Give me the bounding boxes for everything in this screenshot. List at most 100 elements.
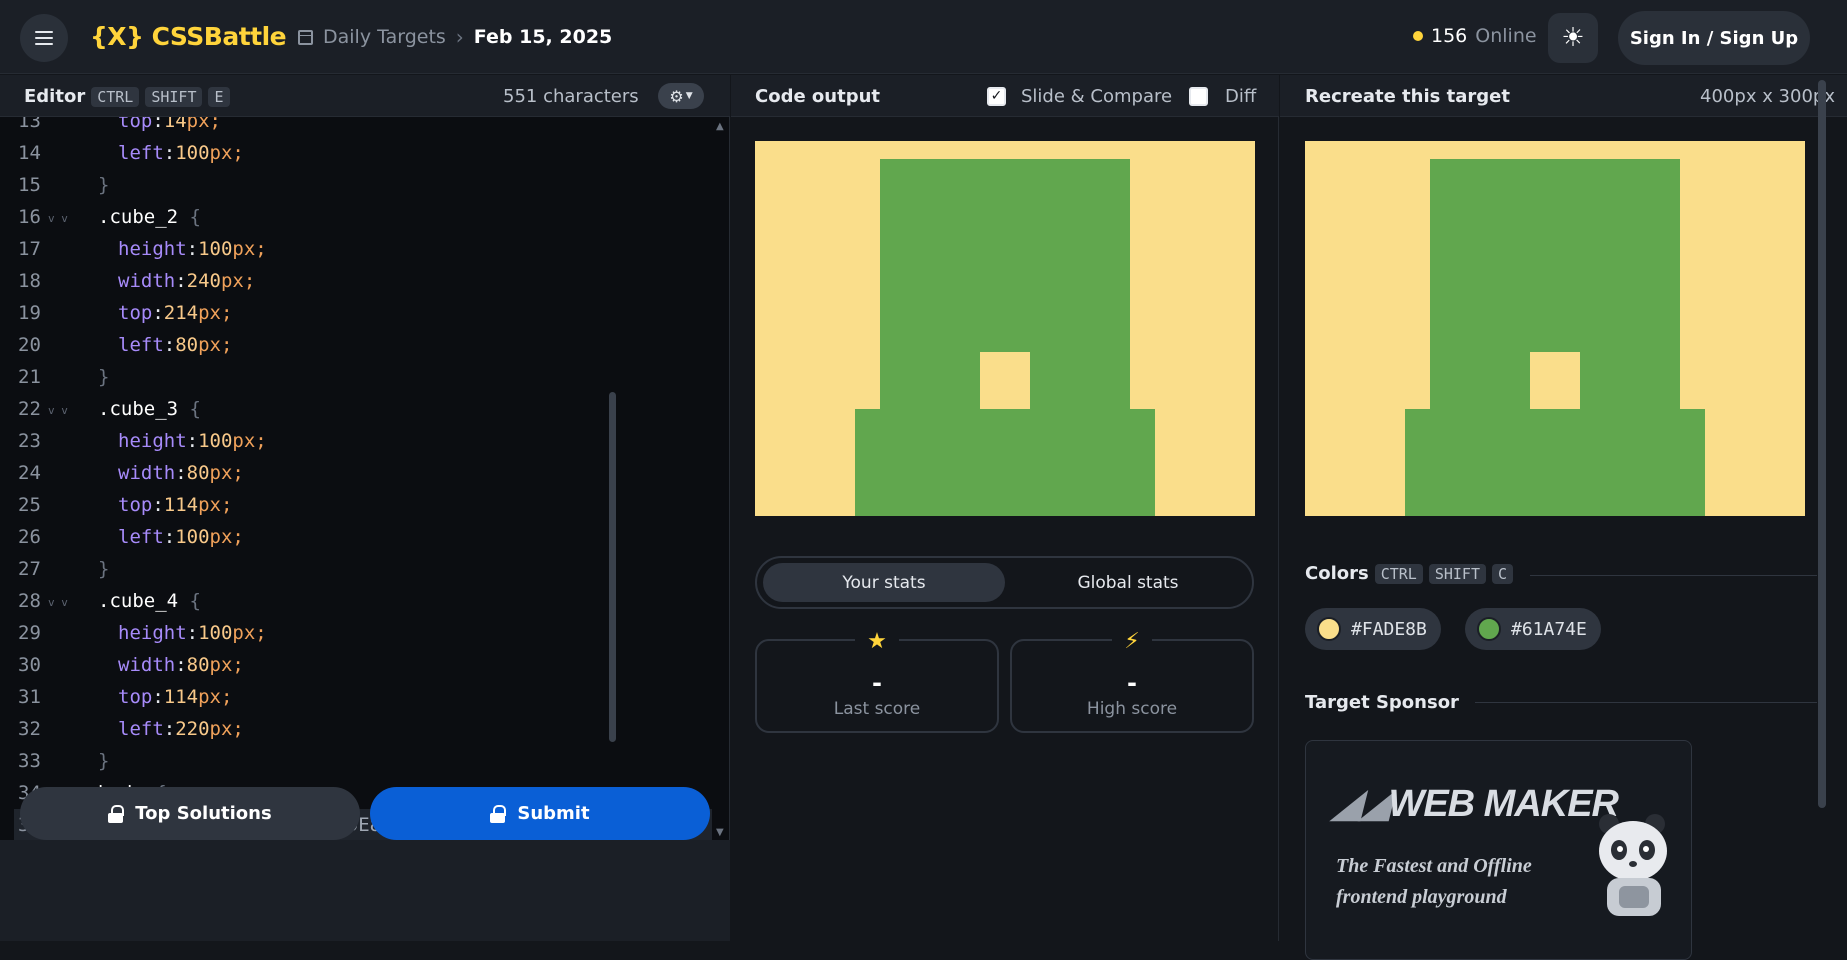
star-icon: ★ [855,629,899,654]
scroll-up-icon[interactable]: ▲ [716,121,724,132]
code-token: 220 [175,718,210,740]
code-line[interactable]: 15} [14,169,712,201]
code-token: : [175,462,187,484]
webmaker-mark-icon: ◢◢ [1332,783,1389,825]
code-line[interactable]: 21} [14,361,712,393]
color-hex: #FADE8B [1351,618,1427,640]
code-line[interactable]: 24 width:80px; [14,457,712,489]
code-token: } [98,366,110,388]
code-line[interactable]: 29 height:100px; [14,617,712,649]
code-token: } [98,174,110,196]
code-token: 14 [163,117,187,132]
code-line[interactable]: 16 v v .cube_2 { [14,201,712,233]
code-line[interactable]: 13 top:14px; [14,117,712,137]
code-line[interactable]: 28 v v .cube_4 { [14,585,712,617]
output-header: Code output ✓ Slide & Compare Diff [731,75,1279,117]
code-line[interactable]: 18 width:240px; [14,265,712,297]
last-score-card: ★ - Last score [755,629,999,733]
fold-chevron-icon[interactable]: v v [48,587,68,619]
code-token: height [118,238,187,260]
code-text: top:114px; [118,489,232,521]
editor-header: Editor CTRL SHIFT E 551 characters ⚙ ▼ [0,75,730,117]
slide-compare-label[interactable]: Slide & Compare [1021,86,1172,107]
code-text: } [98,553,109,585]
submit-button[interactable]: Submit [370,787,710,840]
code-token: : [152,494,164,516]
code-token: left [118,142,164,164]
output-shape-base [855,409,1155,516]
breadcrumb-daily-targets[interactable]: Daily Targets [323,26,446,48]
character-count: 551 characters [503,86,639,107]
cssbattle-logo[interactable]: {X} CSSBattle [90,22,287,51]
high-score-card: ⚡ - High score [1010,629,1254,733]
code-line[interactable]: 26 left:100px; [14,521,712,553]
page-scrollbar[interactable] [1818,80,1826,808]
online-count: 156 [1431,25,1468,47]
panda-mascot-icon [1599,814,1667,916]
code-editor[interactable]: 13 top:14px; 14 left:100px; 15} 16 v v .cube_2 … [14,117,712,840]
editor-settings-button[interactable]: ⚙ ▼ [658,83,704,109]
code-token: 80 [175,334,199,356]
editor-scrollbar[interactable] [716,117,728,840]
theme-toggle-button[interactable]: ☀ [1548,13,1598,63]
code-token: width [118,462,176,484]
code-token: .cube_3 [98,398,190,420]
code-line[interactable]: 32 left:220px; [14,713,712,745]
code-line[interactable]: 22 v v .cube_3 { [14,393,712,425]
menu-icon [35,31,53,33]
color-chip-green[interactable]: #61A74E [1465,608,1601,650]
code-token: 214 [163,302,199,324]
target-panel: Recreate this target 400px x 300px Color… [1280,75,1847,960]
sponsor-banner[interactable]: ◢◢WEB MAKER The Fastest and Offline fron… [1305,740,1692,960]
code-line[interactable]: 27} [14,553,712,585]
code-line[interactable]: 17 height:100px; [14,233,712,265]
diff-label[interactable]: Diff [1225,86,1256,107]
code-line[interactable]: 23 height:100px; [14,425,712,457]
output-title: Code output [755,86,881,107]
code-text: top:214px; [118,297,232,329]
code-line[interactable]: 31 top:114px; [14,681,712,713]
code-line[interactable]: 20 left:80px; [14,329,712,361]
scroll-down-icon[interactable]: ▼ [716,827,724,838]
code-line[interactable]: 25 top:114px; [14,489,712,521]
line-number: 26 [18,526,41,548]
output-canvas[interactable] [755,141,1255,516]
stats-tabs: Your stats Global stats [755,556,1254,609]
hamburger-menu-button[interactable] [20,14,68,62]
code-token: height [118,430,187,452]
code-line[interactable]: 19 top:214px; [14,297,712,329]
sun-icon: ☀ [1561,23,1585,53]
editor-scroll-thumb[interactable] [609,392,616,742]
code-token: 80 [186,462,210,484]
code-line[interactable]: 30 width:80px; [14,649,712,681]
breadcrumb: Daily Targets › Feb 15, 2025 [298,25,612,49]
code-text: width:80px; [118,457,244,489]
slide-compare-checkbox[interactable]: ✓ [987,87,1006,106]
code-token: : [152,302,164,324]
line-number: 30 [18,654,41,676]
code-text: height:100px; [118,617,267,649]
color-hex: #61A74E [1511,618,1587,640]
last-score-value: - [872,669,882,697]
code-token: : [163,718,176,740]
tab-global-stats[interactable]: Global stats [1007,563,1249,602]
code-token: : [163,526,176,548]
code-text: top:14px; [118,117,221,137]
fold-chevron-icon[interactable]: v v [48,395,68,427]
code-token: 100 [198,430,233,452]
code-token: top [118,494,153,516]
code-text: .cube_2 { [98,201,201,233]
tab-your-stats[interactable]: Your stats [763,563,1005,602]
code-line[interactable]: 33} [14,745,712,777]
line-number: 13 [18,117,41,132]
top-solutions-button[interactable]: Top Solutions [20,787,360,840]
code-token: px; [209,526,244,548]
color-chip-yellow[interactable]: #FADE8B [1305,608,1441,650]
sign-in-button[interactable]: Sign In / Sign Up [1618,11,1810,65]
code-line[interactable]: 14 left:100px; [14,137,712,169]
diff-checkbox[interactable] [1189,87,1208,106]
code-token: top [118,117,153,132]
fold-chevron-icon[interactable]: v v [48,203,68,235]
caret-down-icon: ▼ [685,91,693,101]
code-token: { [189,590,201,612]
